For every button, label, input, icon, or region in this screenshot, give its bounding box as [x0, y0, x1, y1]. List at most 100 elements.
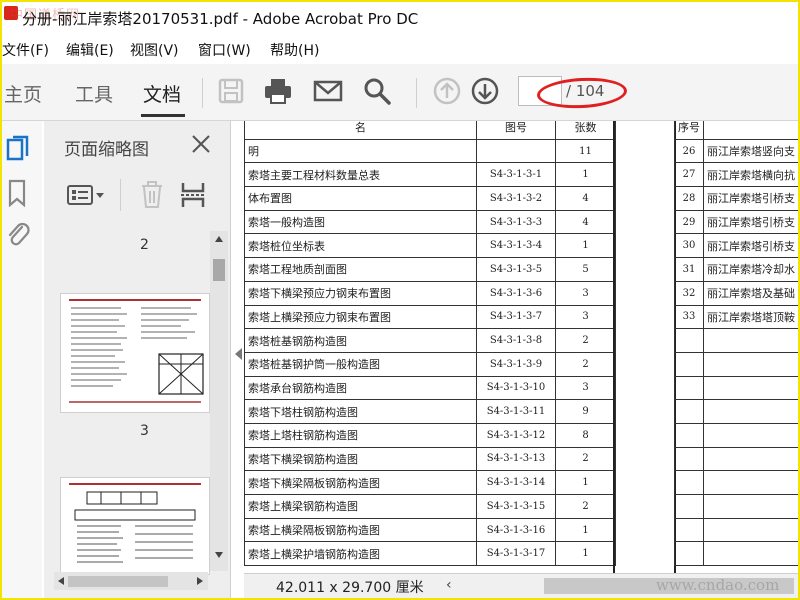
tab-document[interactable]: 文档: [143, 80, 181, 107]
menu-view[interactable]: 视图(V): [130, 40, 179, 60]
table-header-row: 序号: [674, 121, 798, 140]
main-toolbar: 主页 工具 文档 / 104: [2, 64, 798, 121]
thumbnails-vertical-scrollbar[interactable]: [210, 231, 228, 571]
table-row: [674, 470, 798, 495]
drawing-name: 丽江岸索塔塔顶鞍: [703, 304, 798, 330]
next-page-icon[interactable]: [470, 76, 500, 106]
document-view: 名图号 张数明 11 索塔主要工程材料数量总表 S4-3-1-3-1 1 体布置图 S4-3-…: [244, 121, 798, 573]
menu-help[interactable]: 帮助(H): [270, 40, 319, 60]
table-row: 索塔上横梁预应力钢束布置图 S4-3-1-3-7 3: [244, 304, 616, 330]
row-number: 30: [674, 233, 704, 259]
bookmarks-icon[interactable]: [6, 179, 30, 207]
table-border: [613, 121, 615, 573]
scroll-left-icon[interactable]: ‹: [446, 577, 452, 593]
table-row: 索塔一般构造图 S4-3-1-3-3 4: [244, 209, 616, 235]
attachments-icon[interactable]: [6, 221, 30, 249]
thumbnail-page-2-image: [69, 299, 204, 403]
drawing-code: S4-3-1-3-15: [476, 494, 556, 519]
sheet-count: 2: [555, 351, 616, 377]
row-number: [674, 541, 704, 567]
row-number: 31: [674, 257, 704, 282]
thumbnails-horizontal-scrollbar[interactable]: [54, 572, 208, 590]
drawing-name: 索塔下横梁隔板钢筋构造图: [244, 470, 477, 495]
page-thumbnails-icon[interactable]: [6, 135, 30, 163]
thumbnail-page-3-image: [69, 483, 201, 563]
row-number: [674, 422, 704, 448]
status-bar: 42.011 x 29.700 厘米 ‹ www.cndao.com: [244, 573, 798, 598]
thumbnail-page-3[interactable]: [60, 477, 210, 575]
save-icon[interactable]: [216, 76, 246, 106]
drawing-code: S4-3-1-3-9: [476, 351, 556, 377]
scroll-up-icon[interactable]: [214, 235, 224, 243]
table-row: 索塔下塔柱钢筋构造图 S4-3-1-3-11 9: [244, 399, 616, 424]
sheet-count: 4: [555, 209, 616, 235]
menu-file[interactable]: 文件(F): [2, 40, 49, 60]
left-nav-rail: [2, 121, 42, 598]
drawing-code: S4-3-1-3-4: [476, 233, 556, 259]
row-number: [674, 494, 704, 519]
menu-edit[interactable]: 编辑(E): [66, 40, 114, 60]
drawing-name: 丽江岸索塔冷却水: [703, 257, 798, 282]
drawing-name: [703, 470, 798, 495]
drawing-code: S4-3-1-3-7: [476, 304, 556, 330]
scroll-left-icon[interactable]: [57, 576, 65, 586]
table-row: 索塔下横梁钢筋构造图 S4-3-1-3-13 2: [244, 446, 616, 472]
thumbnail-page-2[interactable]: [60, 293, 210, 413]
table-row: 明 11: [244, 138, 616, 164]
table-row: 索塔主要工程材料数量总表 S4-3-1-3-1 1: [244, 162, 616, 188]
delete-icon[interactable]: [140, 181, 164, 209]
drawing-name: 索塔工程地质剖面图: [244, 257, 477, 282]
thumbnail-page-number: 3: [140, 423, 149, 439]
sheet-count: 1: [555, 233, 616, 259]
sheet-count: 4: [555, 186, 616, 211]
drawing-name: [703, 399, 798, 424]
table-row: 体布置图 S4-3-1-3-2 4: [244, 186, 616, 211]
page-thumbnails-panel: 页面缩略图 2 3: [44, 121, 231, 598]
table-row: 索塔下横梁预应力钢束布置图 S4-3-1-3-6 3: [244, 280, 616, 306]
table-row: 28 丽江岸索塔引桥支: [674, 186, 798, 211]
drawing-code: [476, 138, 556, 164]
table-row: [674, 494, 798, 519]
drawing-code: S4-3-1-3-16: [476, 517, 556, 543]
window-title: 分册-丽江岸索塔20170531.pdf - Adobe Acrobat Pro…: [22, 10, 419, 28]
scroll-right-icon[interactable]: [196, 576, 204, 586]
search-icon[interactable]: [362, 76, 392, 106]
drawing-code: S4-3-1-3-5: [476, 257, 556, 282]
menu-window[interactable]: 窗口(W): [198, 40, 251, 60]
print-icon[interactable]: [263, 76, 293, 106]
email-icon[interactable]: [313, 76, 343, 106]
table-row: [674, 446, 798, 472]
drawing-code: S4-3-1-3-14: [476, 470, 556, 495]
sheet-count: 3: [555, 375, 616, 401]
drawing-code: S4-3-1-3-12: [476, 422, 556, 448]
tab-tools[interactable]: 工具: [75, 80, 113, 107]
row-number: [674, 399, 704, 424]
sheet-count: 9: [555, 399, 616, 424]
options-menu-icon[interactable]: [66, 183, 106, 207]
sheet-count: 1: [555, 541, 616, 567]
tab-home[interactable]: 主页: [4, 80, 42, 107]
scrollbar-thumb[interactable]: [68, 576, 168, 587]
drawing-name: 索塔承台钢筋构造图: [244, 375, 477, 401]
drawing-name: 丽江岸索塔及基础: [703, 280, 798, 306]
sheet-count: 1: [555, 162, 616, 188]
row-number: [674, 375, 704, 401]
collapse-panel-icon[interactable]: [233, 346, 243, 362]
page-break-icon[interactable]: [180, 181, 206, 209]
sheet-count: 2: [555, 446, 616, 472]
header-number: 序号: [674, 121, 704, 140]
sheet-count: 3: [555, 304, 616, 330]
table-row: 索塔桩基钢护筒一般构造图 S4-3-1-3-9 2: [244, 351, 616, 377]
title-bar: 中国道桥网 分册-丽江岸索塔20170531.pdf - Adobe Acrob…: [2, 2, 798, 34]
table-row: 索塔承台钢筋构造图 S4-3-1-3-10 3: [244, 375, 616, 401]
close-icon[interactable]: [190, 133, 212, 155]
table-row: 33 丽江岸索塔塔顶鞍: [674, 304, 798, 330]
scrollbar-thumb[interactable]: [213, 259, 225, 281]
sheet-count: 1: [555, 517, 616, 543]
drawing-code: S4-3-1-3-10: [476, 375, 556, 401]
header-name: [703, 121, 798, 140]
drawing-name: 索塔上横梁预应力钢束布置图: [244, 304, 477, 330]
sheet-count: 8: [555, 422, 616, 448]
scroll-down-icon[interactable]: [214, 551, 224, 559]
previous-page-icon[interactable]: [432, 76, 462, 106]
